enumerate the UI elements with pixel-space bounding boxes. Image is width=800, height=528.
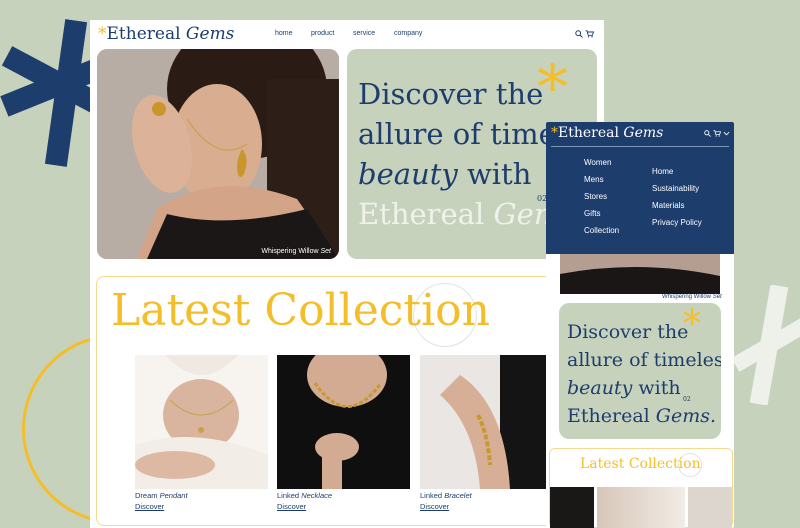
hero-image-caption: Whispering Willow Set <box>261 248 331 255</box>
mobile-menu-panel: *Ethereal Gems Women Mens Stores Gifts C… <box>546 122 734 254</box>
menu-item-women[interactable]: Women <box>584 158 611 167</box>
product-card-bracelet[interactable]: Linked Bracelet Discover <box>420 355 553 511</box>
menu-item-sustainability[interactable]: Sustainability <box>652 184 699 193</box>
asterisk-decoration-white <box>731 285 800 405</box>
menu-item-privacy-policy[interactable]: Privacy Policy <box>652 218 702 227</box>
discover-link[interactable]: Discover <box>420 502 553 511</box>
hero-line-2: allure of timeless <box>567 349 721 371</box>
mobile-latest-title: Latest Collection <box>580 456 701 472</box>
discover-link[interactable]: Discover <box>277 502 410 511</box>
menu-item-home[interactable]: Home <box>652 167 673 176</box>
search-icon[interactable] <box>575 30 583 38</box>
mobile-product-thumb[interactable] <box>688 487 732 528</box>
header-icons <box>575 30 595 40</box>
menu-item-materials[interactable]: Materials <box>652 201 684 210</box>
mobile-hero-panel: * Discover the allure of timeless beauty… <box>559 303 721 439</box>
logo-star: * <box>98 24 107 44</box>
mobile-hero-image <box>560 254 720 294</box>
menu-item-mens[interactable]: Mens <box>584 175 604 184</box>
hero-line-1: Discover the <box>567 321 689 343</box>
latest-collection-title: Latest Collection <box>111 285 490 336</box>
mobile-image-caption: Whispering Willow Set <box>662 294 722 300</box>
hero-italic-word: beauty <box>358 157 458 191</box>
product-image-necklace <box>277 355 410 489</box>
mobile-brand-logo[interactable]: *Ethereal Gems <box>551 125 663 141</box>
menu-item-stores[interactable]: Stores <box>584 192 607 201</box>
product-name-text: Linked <box>420 491 445 500</box>
caption-text: Whispering Willow <box>662 294 713 300</box>
product-image-pendant <box>135 355 268 489</box>
product-name-italic: Necklace <box>301 491 333 500</box>
cart-icon[interactable] <box>585 30 595 38</box>
hero-line-3-text: with <box>457 157 532 191</box>
product-card-pendant[interactable]: Dream Pendant Discover <box>135 355 268 511</box>
model-portrait-illustration <box>97 49 339 259</box>
caption-italic: Set <box>712 294 722 300</box>
mobile-page-mockup: *Ethereal Gems Women Mens Stores Gifts C… <box>546 122 734 528</box>
desktop-page-mockup: *Ethereal Gems home product service comp… <box>90 20 604 528</box>
logo-italic-word: Gems <box>185 24 235 44</box>
hero-line-3-text: with <box>632 377 681 399</box>
nav-home[interactable]: home <box>275 30 293 37</box>
menu-divider <box>551 146 729 147</box>
product-name-text: Dream <box>135 491 160 500</box>
product-name: Linked Necklace <box>277 491 410 500</box>
cart-icon[interactable] <box>713 130 721 137</box>
mobile-latest-collection: Latest Collection <box>549 448 733 528</box>
logo-star: * <box>551 125 558 141</box>
chevron-down-icon[interactable] <box>723 130 730 137</box>
product-name-italic: Pendant <box>159 491 188 500</box>
brand-logo[interactable]: *Ethereal Gems <box>98 24 234 44</box>
hero-model-image: Whispering Willow Set <box>97 49 339 259</box>
mobile-header-icons <box>704 130 730 139</box>
caption-italic: Set <box>320 248 331 255</box>
hero-line-4: Ethereal Gems. <box>567 402 721 430</box>
product-name-text: Linked <box>277 491 302 500</box>
latest-collection-section: Latest Collection Dream Pendant Discover… <box>96 276 600 526</box>
logo-italic-word: Gems <box>623 125 664 141</box>
hero-brand-word: Ethereal <box>567 405 656 427</box>
slide-number: 02 <box>683 396 691 403</box>
product-card-necklace[interactable]: Linked Necklace Discover <box>277 355 410 511</box>
hero-italic-word: beauty <box>567 377 633 399</box>
menu-item-gifts[interactable]: Gifts <box>584 209 600 218</box>
search-icon[interactable] <box>704 130 711 137</box>
nav-service[interactable]: service <box>353 30 375 37</box>
product-name: Dream Pendant <box>135 491 268 500</box>
product-name: Linked Bracelet <box>420 491 553 500</box>
mobile-hero-heading: Discover the allure of timeless beauty w… <box>567 318 721 430</box>
discover-link[interactable]: Discover <box>135 502 268 511</box>
caption-text: Whispering Willow <box>261 248 321 255</box>
mobile-product-thumb[interactable] <box>597 487 685 528</box>
hero-line-1: Discover the <box>358 77 544 111</box>
product-image-bracelet <box>420 355 553 489</box>
hero-brand-word: Ethereal <box>358 197 494 231</box>
menu-item-collection[interactable]: Collection <box>584 226 619 235</box>
nav-company[interactable]: company <box>394 30 422 37</box>
mobile-product-thumb[interactable] <box>550 487 594 528</box>
logo-word: Ethereal <box>558 125 619 141</box>
hero-brand-italic: Gems. <box>655 405 716 427</box>
logo-word: Ethereal <box>106 24 181 44</box>
product-name-italic: Bracelet <box>444 491 472 500</box>
nav-product[interactable]: product <box>311 30 334 37</box>
hero-line-3: beauty with <box>567 374 721 402</box>
